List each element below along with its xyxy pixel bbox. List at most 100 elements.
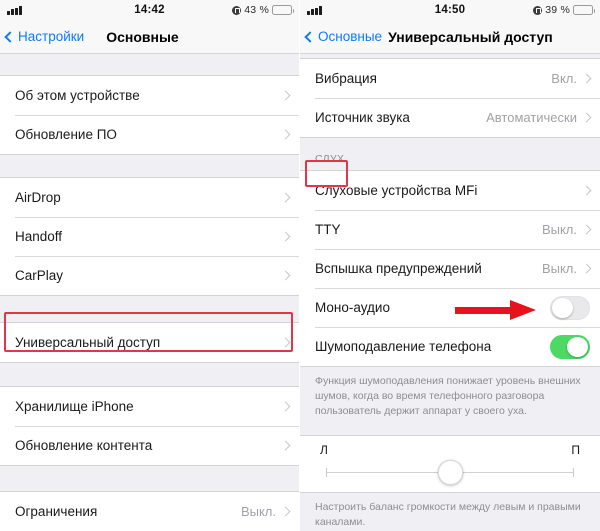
- chevron-right-icon: [581, 263, 592, 274]
- row-label: Вибрация: [315, 71, 377, 86]
- left-battery-percent: 43 %: [244, 4, 269, 16]
- right-settings-list[interactable]: Вибрация Вкл. Источник звука Автоматичес…: [300, 54, 600, 531]
- row-value: Вкл.: [551, 71, 577, 86]
- battery-icon: [573, 5, 595, 15]
- row-label: Шумоподавление телефона: [315, 339, 492, 354]
- balance-left-label: Л: [320, 442, 328, 457]
- row-label: Вспышка предупреждений: [315, 261, 482, 276]
- toggle-knob: [552, 297, 573, 318]
- spacer: [0, 296, 299, 322]
- row-value: Выкл.: [240, 504, 276, 519]
- row-label: Слуховые устройства MFi: [315, 183, 478, 198]
- list-item[interactable]: Обновление ПО: [0, 115, 299, 154]
- footnote-noise-cancellation: Функция шумоподавления понижает уровень …: [315, 375, 581, 417]
- right-phone-screen: 14:50 39 % Основные Универсальный доступ…: [300, 0, 600, 531]
- list-item[interactable]: AirDrop: [0, 178, 299, 217]
- balance-slider-handle[interactable]: [437, 459, 463, 485]
- row-value: Автоматически: [486, 110, 577, 125]
- group-connectivity: AirDrop Handoff CarPlay: [0, 177, 299, 296]
- row-label: Хранилище iPhone: [15, 399, 134, 414]
- toggle-knob: [567, 336, 588, 357]
- balance-slider-row[interactable]: Л П: [300, 435, 600, 492]
- back-button-general[interactable]: Основные: [304, 29, 383, 44]
- dual-screenshot-comparison: 14:42 43 % Настройки Основные Об этом ус…: [0, 0, 600, 531]
- group-restrictions: Ограничения Выкл.: [0, 491, 299, 531]
- row-value: Выкл.: [541, 222, 577, 237]
- arrow-head: [510, 300, 536, 320]
- row-phone-noise-cancellation[interactable]: Шумоподавление телефона: [300, 327, 600, 366]
- noise-cancellation-toggle[interactable]: [550, 334, 590, 359]
- balance-end-labels: Л П: [320, 436, 580, 457]
- right-status-bar: 14:50 39 %: [300, 0, 600, 20]
- row-label: Обновление контента: [15, 438, 153, 453]
- list-item[interactable]: Обновление контента: [0, 426, 299, 465]
- annotation-arrow-to-mono-toggle: [455, 300, 540, 321]
- right-page-title: Универсальный доступ: [388, 28, 553, 45]
- row-label: CarPlay: [15, 268, 64, 283]
- list-item[interactable]: Вибрация Вкл.: [300, 59, 600, 98]
- row-label: AirDrop: [15, 190, 61, 205]
- list-item[interactable]: Источник звука Автоматически: [300, 98, 600, 137]
- left-nav-bar: Настройки Основные: [0, 20, 299, 54]
- group-hearing: Слуховые устройства MFi TTY Выкл. Вспышк…: [300, 170, 600, 367]
- row-label: Ограничения: [15, 504, 98, 519]
- chevron-right-icon: [280, 90, 291, 101]
- group-balance: Л П: [300, 434, 600, 493]
- spacer: [0, 466, 299, 491]
- chevron-right-icon: [581, 224, 592, 235]
- back-button-settings[interactable]: Настройки: [4, 29, 84, 44]
- group-audio-sources: Вибрация Вкл. Источник звука Автоматичес…: [300, 58, 600, 138]
- group-storage: Хранилище iPhone Обновление контента: [0, 386, 299, 466]
- chevron-right-icon: [280, 192, 291, 203]
- chevron-right-icon: [280, 231, 291, 242]
- group-device-info: Об этом устройстве Обновление ПО: [0, 75, 299, 155]
- list-item[interactable]: TTY Выкл.: [300, 210, 600, 249]
- list-item[interactable]: Хранилище iPhone: [0, 387, 299, 426]
- chevron-left-icon: [304, 30, 316, 43]
- chevron-right-icon: [280, 506, 291, 517]
- row-mono-audio[interactable]: Моно-аудио: [300, 288, 600, 327]
- list-item[interactable]: Об этом устройстве: [0, 76, 299, 115]
- list-item[interactable]: Ограничения Выкл.: [0, 492, 299, 531]
- left-status-bar: 14:42 43 %: [0, 0, 299, 20]
- battery-icon: [272, 5, 294, 15]
- row-label: Обновление ПО: [15, 127, 117, 142]
- chevron-right-icon: [280, 270, 291, 281]
- row-label: Универсальный доступ: [15, 335, 161, 350]
- row-label: TTY: [315, 222, 341, 237]
- back-button-label: Основные: [318, 29, 383, 44]
- chevron-right-icon: [280, 337, 291, 348]
- balance-right-label: П: [571, 442, 580, 457]
- lock-icon: [533, 5, 543, 15]
- list-item[interactable]: Слуховые устройства MFi: [300, 171, 600, 210]
- group-accessibility: Универсальный доступ: [0, 322, 299, 363]
- chevron-right-icon: [581, 112, 592, 123]
- chevron-right-icon: [280, 129, 291, 140]
- row-value: Выкл.: [541, 261, 577, 276]
- right-status-right: 39 %: [533, 4, 595, 16]
- chevron-right-icon: [280, 401, 291, 412]
- spacer: [0, 54, 299, 75]
- list-item[interactable]: Handoff: [0, 217, 299, 256]
- chevron-right-icon: [581, 185, 592, 196]
- left-phone-screen: 14:42 43 % Настройки Основные Об этом ус…: [0, 0, 300, 531]
- list-item[interactable]: CarPlay: [0, 256, 299, 295]
- chevron-right-icon: [581, 73, 592, 84]
- spacer: [0, 363, 299, 386]
- list-item[interactable]: Вспышка предупреждений Выкл.: [300, 249, 600, 288]
- row-label: Handoff: [15, 229, 63, 244]
- spacer: [300, 426, 600, 435]
- footnote-balance: Настроить баланс громкости между левым и…: [315, 500, 581, 528]
- lock-icon: [232, 5, 242, 15]
- mono-audio-toggle[interactable]: [550, 295, 590, 320]
- row-label: Об этом устройстве: [15, 88, 140, 103]
- right-nav-bar: Основные Универсальный доступ: [300, 20, 600, 54]
- chevron-right-icon: [280, 440, 291, 451]
- spacer: [0, 155, 299, 177]
- chevron-left-icon: [4, 30, 16, 43]
- sidebar-item-accessibility[interactable]: Универсальный доступ: [0, 323, 299, 362]
- row-label: Моно-аудио: [315, 300, 390, 315]
- left-page-title: Основные: [106, 28, 179, 45]
- arrow-shaft: [455, 307, 517, 314]
- left-settings-list[interactable]: Об этом устройстве Обновление ПО AirDrop…: [0, 54, 299, 531]
